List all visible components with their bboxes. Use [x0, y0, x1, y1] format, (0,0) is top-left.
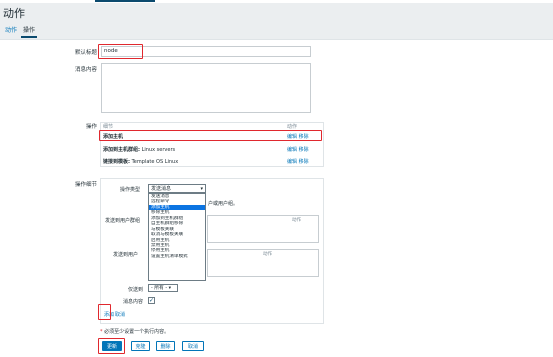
operation-details-label: 操作细节 — [74, 182, 97, 188]
required-note-text: 必须至少设置一个执行内容。 — [102, 329, 170, 335]
cancel-button[interactable]: 取消 — [182, 341, 204, 351]
add-link[interactable]: 添加 — [104, 311, 114, 318]
hint-text: 户或用户组。 — [208, 201, 239, 207]
ops-action-header: 动作 — [287, 124, 298, 130]
users-action-header: 动作 — [263, 252, 272, 257]
top-nav-accent — [95, 0, 155, 2]
default-message-checkbox[interactable]: ✓ — [148, 297, 155, 304]
top-nav-bar — [0, 0, 553, 3]
operations-label: 操作 — [85, 124, 97, 130]
groups-action-header: 动作 — [292, 218, 301, 223]
op-edit-link[interactable]: 编辑 — [287, 147, 297, 153]
message-label: 消息内容 — [74, 67, 97, 73]
op-remove-link[interactable]: 移除 — [299, 159, 309, 165]
op-row-1-actions: 编辑 移除 — [287, 133, 309, 140]
update-button[interactable]: 更新 — [102, 341, 122, 351]
check-icon: ✓ — [149, 297, 155, 304]
default-message-label: 消息内容 — [123, 299, 144, 305]
op-row-template: 链接到模板: Template OS Linux — [103, 159, 179, 165]
default-subject-label: 默认标题 — [74, 50, 97, 56]
required-note: * 必须至少设置一个执行内容。 — [100, 328, 169, 335]
op-edit-link[interactable]: 编辑 — [287, 134, 297, 140]
op-row-2-actions: 编辑 移除 — [287, 146, 309, 153]
clone-button[interactable]: 克隆 — [131, 341, 150, 351]
only-send-value: - 所有 - — [151, 286, 168, 291]
op-type-label: 操作类型 — [120, 187, 141, 193]
default-subject-input[interactable]: node — [101, 46, 311, 57]
op-edit-link[interactable]: 编辑 — [287, 159, 297, 165]
only-send-select[interactable]: - 所有 - ▾ — [148, 284, 178, 292]
message-textarea[interactable] — [101, 63, 311, 113]
dropdown-option[interactable]: 设置主机清单模式 — [149, 254, 205, 259]
chevron-down-icon: ▾ — [200, 186, 203, 192]
cancel-link[interactable]: 取消 — [115, 311, 125, 318]
tab-bar: 动作 操作 — [0, 26, 553, 38]
send-to-groups-label: 发送到用户群组 — [105, 218, 141, 224]
op-row-3-actions: 编辑 移除 — [287, 158, 309, 165]
delete-button[interactable]: 删除 — [156, 341, 175, 351]
page-title: 动作 — [3, 7, 25, 20]
groups-list[interactable] — [207, 215, 319, 243]
tab-operations[interactable]: 操作 — [21, 26, 38, 38]
op-row-host-group: 添加到主机群组: Linux servers — [103, 147, 176, 153]
op-type-value: 发送消息 — [151, 186, 172, 192]
tab-action[interactable]: 动作 — [3, 26, 19, 36]
op-type-select[interactable]: 发送消息 ▾ — [148, 184, 206, 193]
chevron-down-icon: ▾ — [168, 286, 172, 291]
op-remove-link[interactable]: 移除 — [299, 134, 309, 140]
ops-detail-header: 细节 — [103, 124, 114, 130]
op-remove-link[interactable]: 移除 — [299, 147, 309, 153]
op-row-add-host: 添加主机 — [103, 134, 124, 140]
only-send-label: 仅送到 — [128, 287, 144, 293]
send-to-users-label: 发送到用户 — [113, 252, 139, 258]
op-type-dropdown[interactable]: 发送消息 远程命令 添加主机 移除主机 添加到主机群组 自主机群组移除 与模板关联 取消与模板… — [148, 193, 206, 281]
